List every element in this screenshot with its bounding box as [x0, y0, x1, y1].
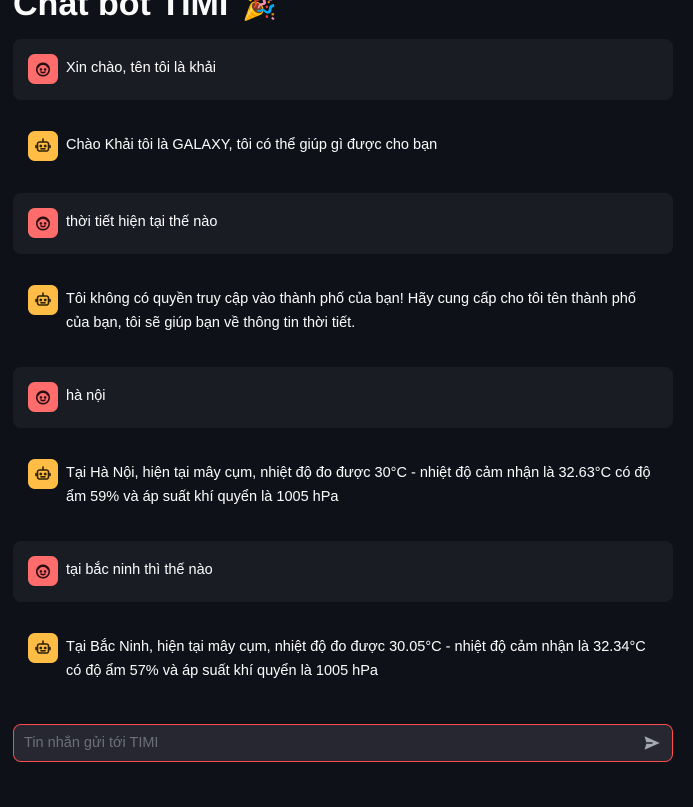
message-text: Xin chào, tên tôi là khải — [66, 60, 216, 76]
user-face-icon — [28, 208, 58, 238]
page-title-text: Chat bot TIMI — [13, 0, 229, 23]
chat-message-assistant: Tôi không có quyền truy cập vào thành ph… — [13, 270, 673, 351]
chat-input-bar — [13, 724, 673, 762]
message-text: tại bắc ninh thì thế nào — [66, 562, 213, 578]
user-face-icon — [28, 382, 58, 412]
party-popper-icon: 🎉 — [242, 0, 278, 21]
chat-message-list: Xin chào, tên tôi là khải Chào Khải tôi … — [13, 39, 673, 715]
send-button[interactable] — [634, 725, 670, 761]
message-text: thời tiết hiện tại thế nào — [66, 214, 218, 230]
message-text: Chào Khải tôi là GALAXY, tôi có thể giúp… — [66, 137, 438, 153]
chat-input[interactable] — [14, 725, 634, 761]
message-text: Tôi không có quyền truy cập vào thành ph… — [66, 291, 636, 331]
chat-message-assistant: Tại Hà Nội, hiện tại mây cụm, nhiệt độ đ… — [13, 444, 673, 525]
message-text: Tại Bắc Ninh, hiện tại mây cụm, nhiệt độ… — [66, 639, 646, 679]
chat-message-user: hà nội — [13, 367, 673, 428]
app-page: Chat bot TIMI 🎉 Xin chào, tên tôi là khải — [0, 0, 693, 807]
robot-icon — [28, 285, 58, 315]
message-text: hà nội — [66, 388, 106, 404]
chat-message-user: Xin chào, tên tôi là khải — [13, 39, 673, 100]
message-text: Tại Hà Nội, hiện tại mây cụm, nhiệt độ đ… — [66, 465, 651, 505]
chat-message-user: thời tiết hiện tại thế nào — [13, 193, 673, 254]
chat-message-user: tại bắc ninh thì thế nào — [13, 541, 673, 602]
chat-message-assistant: Tại Bắc Ninh, hiện tại mây cụm, nhiệt độ… — [13, 618, 673, 699]
chat-message-assistant: Chào Khải tôi là GALAXY, tôi có thể giúp… — [13, 116, 673, 177]
send-icon — [644, 736, 660, 750]
page-title: Chat bot TIMI 🎉 — [13, 0, 277, 26]
user-face-icon — [28, 556, 58, 586]
robot-icon — [28, 459, 58, 489]
robot-icon — [28, 633, 58, 663]
robot-icon — [28, 131, 58, 161]
user-face-icon — [28, 54, 58, 84]
